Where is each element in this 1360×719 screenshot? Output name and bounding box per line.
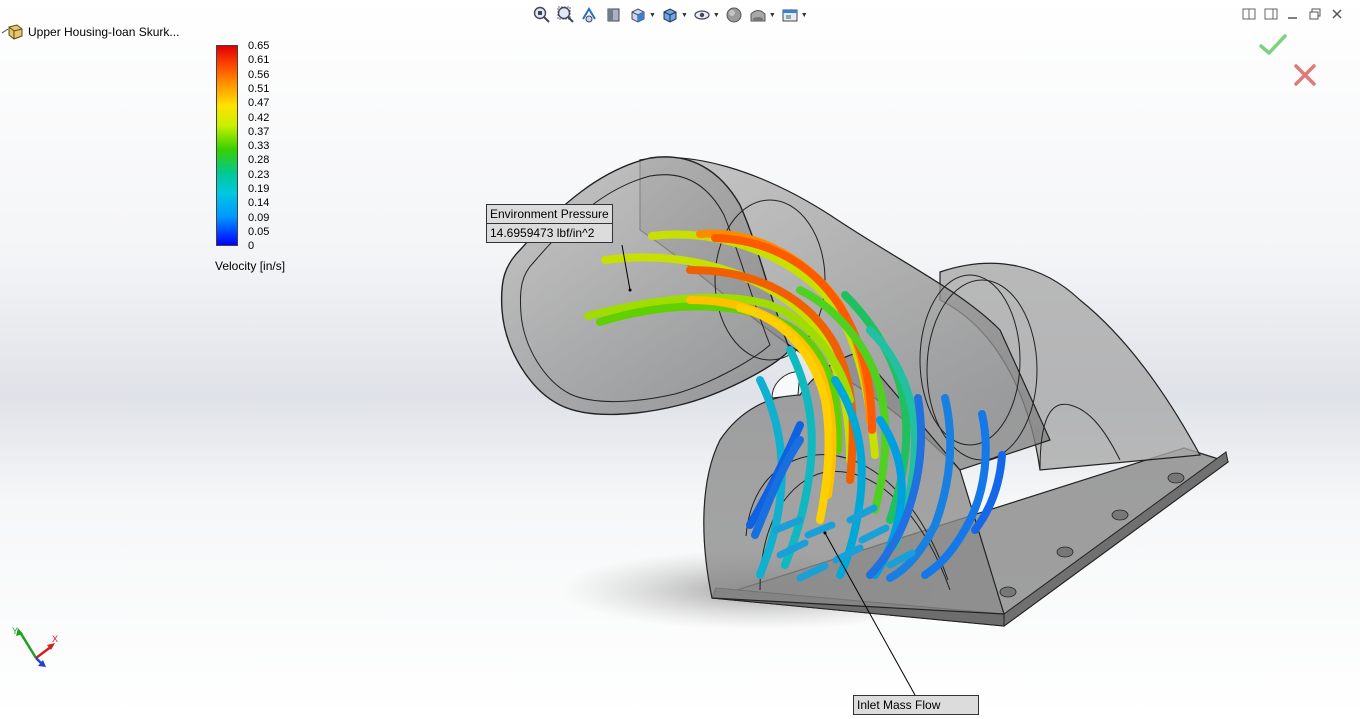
legend-tick-label: 0.19 <box>248 183 270 195</box>
triad-x-label: X <box>52 634 58 644</box>
minimize-button[interactable] <box>1284 6 1302 22</box>
display-style-icon <box>663 8 677 23</box>
apply-scene-icon <box>750 10 766 22</box>
legend-tick-label: 0.37 <box>248 125 270 138</box>
feature-tree-root[interactable]: Upper Housing-Ioan Skurk... <box>0 22 179 42</box>
zoom-to-area-icon <box>557 6 574 23</box>
chevron-down-icon: ▼ <box>712 11 720 19</box>
previous-view-icon <box>582 7 596 23</box>
legend-tick-label: 0.42 <box>248 111 270 124</box>
check-icon[interactable] <box>1258 32 1288 58</box>
chevron-down-icon: ▼ <box>649 11 656 19</box>
reference-triad[interactable]: Y X <box>6 622 66 672</box>
inlet-mass-flow-callout[interactable]: Inlet Mass Flow <box>853 695 979 715</box>
section-view-icon <box>607 8 620 22</box>
edit-appearance-icon <box>726 7 742 23</box>
restore-button[interactable] <box>1306 6 1324 22</box>
legend-tick-label: 0.05 <box>248 225 270 238</box>
legend-title: Velocity [in/s] <box>215 259 286 273</box>
legend-tick-label: 0.28 <box>248 154 270 167</box>
environment-pressure-anchor <box>628 288 632 292</box>
part-icon <box>0 23 24 41</box>
callout-title: Environment Pressure <box>490 207 609 221</box>
legend-tick-label: 0.65 <box>248 40 270 52</box>
view-orientation-icon <box>631 8 645 23</box>
minimize-icon <box>1288 17 1297 19</box>
legend-tick-label: 0.09 <box>248 211 270 224</box>
heads-up-view-toolbar: ▼ ▼ ▼ ▼ ▼ <box>532 4 808 26</box>
graphics-area[interactable]: Upper Housing-Ioan Skurk... ▼ ▼ ▼ ▼ ▼ 0.… <box>0 0 1360 719</box>
legend-tick-label: 0.14 <box>248 197 270 210</box>
legend-color-bar <box>216 45 238 246</box>
tile-vertical-button[interactable] <box>1262 6 1280 22</box>
zoom-to-fit-button[interactable] <box>532 5 552 25</box>
legend-tick-label: 0.23 <box>248 168 270 181</box>
hide-show-items-icon <box>694 10 710 20</box>
callout-value: 14.6959473 lbf/in^2 <box>487 223 612 242</box>
document-window-controls <box>1240 6 1346 22</box>
feature-tree-root-label: Upper Housing-Ioan Skurk... <box>28 25 180 39</box>
tile-horizontal-button[interactable] <box>1240 6 1258 22</box>
legend-tick-label: 0.33 <box>248 140 270 153</box>
edit-appearance-button[interactable] <box>724 5 744 25</box>
x-icon[interactable] <box>1292 62 1318 88</box>
velocity-legend[interactable]: 0.65 0.61 0.56 0.51 0.47 0.42 0.37 0.33 0.28 0.23… <box>212 40 312 275</box>
confirmation-corner <box>1256 30 1320 94</box>
previous-view-button[interactable] <box>580 5 600 25</box>
environment-pressure-callout[interactable]: Environment Pressure 14.6959473 lbf/in^2 <box>486 204 613 243</box>
triad-y-label: Y <box>12 626 18 636</box>
zoom-to-area-button[interactable] <box>556 5 576 25</box>
hide-show-items-button[interactable]: ▼ <box>692 5 720 25</box>
tile-horizontal-icon <box>1242 8 1256 20</box>
tile-vertical-icon <box>1264 8 1278 20</box>
view-orientation-button[interactable]: ▼ <box>628 5 656 25</box>
model-view[interactable] <box>0 0 1360 719</box>
close-icon <box>1332 9 1342 19</box>
legend-tick-label: 0.56 <box>248 68 270 81</box>
legend-tick-label: 0 <box>248 240 255 253</box>
legend-tick-label: 0.51 <box>248 82 270 95</box>
legend-tick-label: 0.47 <box>248 97 270 110</box>
display-style-button[interactable]: ▼ <box>660 5 688 25</box>
legend-tick-label: 0.61 <box>248 54 270 67</box>
chevron-down-icon: ▼ <box>800 11 808 19</box>
apply-scene-button[interactable]: ▼ <box>748 5 776 25</box>
chevron-down-icon: ▼ <box>768 11 776 19</box>
callout-title: Inlet Mass Flow <box>857 698 941 712</box>
restore-icon <box>1309 8 1321 20</box>
chevron-down-icon: ▼ <box>680 11 688 19</box>
section-view-button[interactable] <box>604 5 624 25</box>
inlet-mass-flow-anchor <box>823 531 827 535</box>
view-settings-button[interactable]: ▼ <box>780 5 808 25</box>
view-settings-icon <box>782 9 798 22</box>
zoom-to-fit-icon <box>533 6 550 23</box>
close-button[interactable] <box>1328 6 1346 22</box>
triad-y-axis <box>18 631 38 659</box>
